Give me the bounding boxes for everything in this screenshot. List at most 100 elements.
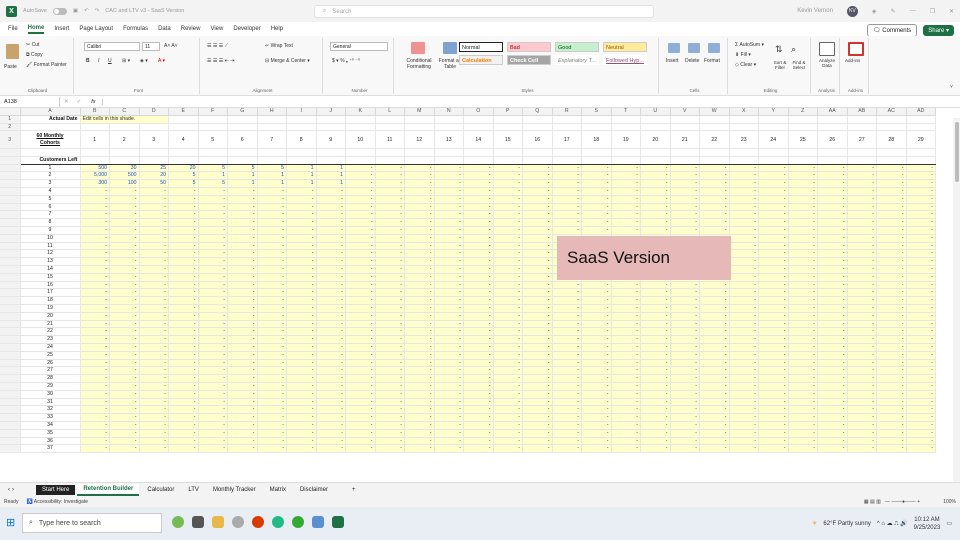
- column-header[interactable]: Q: [522, 108, 553, 116]
- addins-button-label[interactable]: Add-ins: [845, 58, 860, 63]
- column-header[interactable]: G: [227, 108, 258, 116]
- data-cell[interactable]: -: [434, 374, 464, 383]
- data-cell[interactable]: -: [699, 366, 730, 376]
- data-cell[interactable]: -: [611, 296, 641, 306]
- data-cell[interactable]: -: [345, 359, 376, 368]
- data-cell[interactable]: -: [139, 265, 169, 274]
- data-cell[interactable]: -: [788, 382, 818, 391]
- data-cell[interactable]: -: [80, 304, 110, 313]
- data-cell[interactable]: -: [434, 281, 464, 290]
- data-cell[interactable]: -: [729, 429, 759, 438]
- data-cell[interactable]: 1: [198, 171, 228, 181]
- insert-cells-icon[interactable]: [668, 43, 680, 53]
- sort-filter-label[interactable]: Sort & Filter: [771, 60, 789, 70]
- cell[interactable]: [817, 115, 848, 124]
- data-cell[interactable]: -: [168, 312, 199, 321]
- row-header[interactable]: [0, 351, 21, 360]
- data-cell[interactable]: -: [286, 242, 317, 251]
- column-header[interactable]: H: [257, 108, 287, 116]
- data-cell[interactable]: -: [847, 359, 877, 368]
- data-cell[interactable]: -: [847, 164, 877, 173]
- data-cell[interactable]: -: [109, 187, 140, 196]
- column-header[interactable]: C: [109, 108, 140, 116]
- data-cell[interactable]: -: [552, 296, 582, 306]
- cohort-number[interactable]: 6: [227, 130, 258, 150]
- data-cell[interactable]: -: [198, 374, 228, 383]
- cohort-id[interactable]: 19: [20, 304, 81, 313]
- data-cell[interactable]: -: [345, 405, 376, 415]
- data-cell[interactable]: -: [257, 195, 287, 204]
- cohort-id[interactable]: 12: [20, 249, 81, 259]
- data-cell[interactable]: -: [729, 218, 759, 228]
- collapse-ribbon-icon[interactable]: ˅: [950, 84, 953, 90]
- data-cell[interactable]: -: [876, 265, 907, 274]
- data-cell[interactable]: -: [906, 343, 936, 352]
- cell[interactable]: [434, 115, 464, 124]
- data-cell[interactable]: -: [522, 413, 553, 422]
- data-cell[interactable]: -: [463, 249, 494, 259]
- data-cell[interactable]: -: [434, 249, 464, 259]
- data-cell[interactable]: -: [404, 374, 435, 383]
- data-cell[interactable]: -: [729, 312, 759, 321]
- data-cell[interactable]: -: [463, 405, 494, 415]
- row-header[interactable]: [0, 413, 21, 422]
- data-cell[interactable]: -: [168, 429, 199, 438]
- data-cell[interactable]: -: [552, 390, 582, 399]
- cohort-id[interactable]: 8: [20, 218, 81, 228]
- data-cell[interactable]: -: [581, 398, 612, 407]
- cell[interactable]: [139, 156, 169, 165]
- data-cell[interactable]: -: [109, 304, 140, 313]
- cohort-id[interactable]: 4: [20, 187, 81, 196]
- cell[interactable]: [699, 148, 730, 157]
- data-cell[interactable]: -: [257, 273, 287, 282]
- data-cell[interactable]: -: [817, 288, 848, 298]
- data-cell[interactable]: -: [345, 187, 376, 196]
- data-cell[interactable]: -: [640, 351, 671, 360]
- data-cell[interactable]: -: [463, 234, 494, 243]
- data-cell[interactable]: -: [345, 195, 376, 204]
- cohort-number[interactable]: 3: [139, 130, 169, 150]
- data-cell[interactable]: -: [139, 335, 169, 344]
- data-cell[interactable]: -: [906, 335, 936, 344]
- data-cell[interactable]: -: [168, 327, 199, 337]
- excel-taskbar-icon[interactable]: [332, 516, 344, 528]
- row-header[interactable]: [0, 179, 21, 189]
- data-cell[interactable]: -: [139, 187, 169, 196]
- data-cell[interactable]: -: [611, 312, 641, 321]
- sort-filter-icon[interactable]: ⇅: [775, 44, 783, 55]
- data-cell[interactable]: -: [817, 234, 848, 243]
- data-cell[interactable]: -: [817, 273, 848, 282]
- style-check-cell[interactable]: Check Cell: [507, 55, 551, 65]
- data-cell[interactable]: -: [286, 265, 317, 274]
- data-cell[interactable]: -: [80, 265, 110, 274]
- insert-label[interactable]: Insert: [666, 58, 679, 64]
- cell[interactable]: [847, 123, 877, 132]
- data-cell[interactable]: -: [227, 234, 258, 243]
- row-header[interactable]: [0, 304, 21, 313]
- data-cell[interactable]: -: [640, 164, 671, 173]
- cohort-id[interactable]: 33: [20, 413, 81, 422]
- cell[interactable]: [286, 148, 317, 157]
- data-cell[interactable]: -: [611, 398, 641, 407]
- data-cell[interactable]: -: [758, 257, 789, 267]
- data-cell[interactable]: -: [434, 413, 464, 422]
- data-cell[interactable]: -: [345, 179, 376, 189]
- data-cell[interactable]: -: [404, 405, 435, 415]
- data-cell[interactable]: -: [316, 187, 346, 196]
- data-cell[interactable]: -: [670, 218, 700, 228]
- data-cell[interactable]: -: [729, 257, 759, 267]
- data-cell[interactable]: -: [788, 164, 818, 173]
- data-cell[interactable]: -: [404, 304, 435, 313]
- data-cell[interactable]: -: [345, 164, 376, 173]
- data-cell[interactable]: -: [493, 320, 523, 329]
- data-cell[interactable]: -: [729, 444, 759, 454]
- data-cell[interactable]: -: [876, 218, 907, 228]
- data-cell[interactable]: -: [198, 234, 228, 243]
- column-header[interactable]: R: [552, 108, 582, 116]
- data-cell[interactable]: -: [581, 405, 612, 415]
- data-cell[interactable]: -: [847, 171, 877, 181]
- data-cell[interactable]: -: [168, 374, 199, 383]
- data-cell[interactable]: -: [817, 351, 848, 360]
- data-cell[interactable]: -: [581, 359, 612, 368]
- data-cell[interactable]: -: [817, 304, 848, 313]
